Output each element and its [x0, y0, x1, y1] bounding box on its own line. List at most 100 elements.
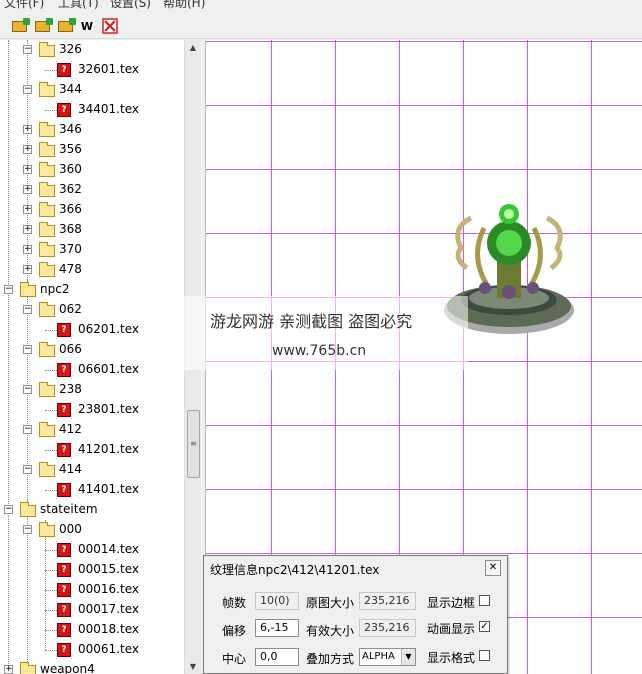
tree-guide-line [45, 450, 57, 451]
tree-file-item[interactable]: 00014.tex [78, 542, 139, 556]
anim-display-checkbox[interactable]: ✓ [479, 621, 490, 632]
tree-file-item[interactable]: 00017.tex [78, 602, 139, 616]
tree-folder-item[interactable]: weapon4 [40, 662, 95, 674]
expand-icon[interactable]: + [23, 265, 32, 274]
tree-file-item[interactable]: 34401.tex [78, 102, 139, 116]
collapse-icon[interactable]: − [23, 85, 32, 94]
folder-icon [39, 302, 55, 317]
valid-size-label: 有效大小 [306, 624, 355, 638]
texture-file-icon: ? [57, 563, 71, 577]
tree-folder-item[interactable]: 062 [59, 302, 82, 316]
tree-file-item[interactable]: 32601.tex [78, 62, 139, 76]
tree-guide-line [8, 40, 9, 674]
tree-file-item[interactable]: 06201.tex [78, 322, 139, 336]
collapse-icon[interactable]: − [4, 505, 13, 514]
expand-icon[interactable]: + [4, 665, 13, 674]
tree-folder-item[interactable]: 478 [59, 262, 82, 276]
menu-settings[interactable]: 设置(S) [110, 0, 151, 11]
export-folder-icon[interactable] [56, 17, 76, 35]
texture-info-panel: 纹理信息npc2\412\41201.tex ✕ 帧数 10(0) 原图大小 2… [203, 555, 508, 674]
texture-file-icon: ? [57, 323, 71, 337]
file-tree[interactable]: − 326? 32601.tex − 344? 34401.tex +346 +356 +360… [0, 40, 184, 674]
tree-folder-item[interactable]: 066 [59, 342, 82, 356]
collapse-icon[interactable]: − [23, 425, 32, 434]
show-format-label: 显示格式 [427, 651, 476, 665]
tree-guide-line [45, 330, 57, 331]
grid-line-vertical [527, 40, 528, 674]
tree-file-item[interactable]: 23801.tex [78, 402, 139, 416]
tree-folder-item[interactable]: npc2 [40, 282, 69, 296]
collapse-icon[interactable]: − [4, 285, 13, 294]
open-folder-icon[interactable] [10, 17, 30, 35]
scroll-thumb[interactable]: ≡ [187, 410, 200, 478]
tree-folder-item[interactable]: 362 [59, 182, 82, 196]
expand-icon[interactable]: + [23, 185, 32, 194]
tree-folder-item[interactable]: 346 [59, 122, 82, 136]
tree-file-item[interactable]: 00016.tex [78, 582, 139, 596]
tree-folder-item[interactable]: 238 [59, 382, 82, 396]
scroll-up-arrow-icon[interactable]: ▲ [188, 43, 198, 53]
folder-icon [39, 182, 55, 197]
tree-folder-item[interactable]: 368 [59, 222, 82, 236]
folder-icon [20, 502, 36, 517]
blend-mode-value: ALPHA [362, 651, 395, 662]
texture-file-icon: ? [57, 443, 71, 457]
delete-icon[interactable] [101, 17, 119, 35]
folder-icon [39, 382, 55, 397]
tree-folder-item[interactable]: 326 [59, 42, 82, 56]
watermark-url: www.765b.cn [272, 343, 367, 359]
expand-icon[interactable]: + [23, 165, 32, 174]
expand-icon[interactable]: + [23, 225, 32, 234]
expand-icon[interactable]: + [23, 245, 32, 254]
texture-file-icon: ? [57, 483, 71, 497]
menu-file[interactable]: 文件(F) [4, 0, 44, 11]
texture-file-icon: ? [57, 543, 71, 557]
tree-file-item[interactable]: 41201.tex [78, 442, 139, 456]
center-input[interactable]: 0,0 [255, 648, 299, 666]
toolbar: W [0, 13, 642, 39]
tree-folder-item[interactable]: 370 [59, 242, 82, 256]
tree-folder-item[interactable]: 412 [59, 422, 82, 436]
expand-icon[interactable]: + [23, 205, 32, 214]
collapse-icon[interactable]: − [23, 305, 32, 314]
menu-tools[interactable]: 工具(T) [58, 0, 99, 11]
tree-folder-item[interactable]: 356 [59, 142, 82, 156]
w-button[interactable]: W [78, 17, 96, 35]
folder-icon [39, 42, 55, 57]
open-file-icon[interactable] [33, 17, 53, 35]
close-icon[interactable]: ✕ [485, 560, 501, 576]
blend-mode-label: 叠加方式 [306, 652, 355, 666]
collapse-icon[interactable]: − [23, 45, 32, 54]
offset-input[interactable]: 6,-15 [255, 619, 299, 637]
collapse-icon[interactable]: − [23, 385, 32, 394]
expand-icon[interactable]: + [23, 145, 32, 154]
scroll-down-arrow-icon[interactable]: ▼ [188, 662, 198, 672]
collapse-icon[interactable]: − [23, 525, 32, 534]
tree-folder-item[interactable]: stateitem [40, 502, 98, 516]
tree-guide-line [45, 590, 57, 591]
tree-guide-line [45, 550, 57, 551]
collapse-icon[interactable]: − [23, 465, 32, 474]
show-format-checkbox[interactable] [479, 650, 490, 661]
tree-file-item[interactable]: 06601.tex [78, 362, 139, 376]
blend-mode-select[interactable]: ALPHA ▼ [359, 648, 416, 666]
texture-file-icon: ? [57, 103, 71, 117]
tree-file-item[interactable]: 00061.tex [78, 642, 139, 656]
tree-folder-item[interactable]: 344 [59, 82, 82, 96]
expand-icon[interactable]: + [23, 125, 32, 134]
tree-file-item[interactable]: 00015.tex [78, 562, 139, 576]
menu-help[interactable]: 帮助(H) [163, 0, 205, 11]
offset-label: 偏移 [222, 624, 247, 638]
tree-file-item[interactable]: 00018.tex [78, 622, 139, 636]
tree-folder-item[interactable]: 360 [59, 162, 82, 176]
tree-file-item[interactable]: 41401.tex [78, 482, 139, 496]
show-border-label: 显示边框 [427, 596, 476, 610]
tree-folder-item[interactable]: 000 [59, 522, 82, 536]
tree-folder-item[interactable]: 414 [59, 462, 82, 476]
show-border-checkbox[interactable] [479, 595, 490, 606]
tree-folder-item[interactable]: 366 [59, 202, 82, 216]
tree-guide-line [45, 70, 57, 71]
chevron-down-icon[interactable]: ▼ [401, 649, 415, 665]
folder-icon [39, 242, 55, 257]
collapse-icon[interactable]: − [23, 345, 32, 354]
